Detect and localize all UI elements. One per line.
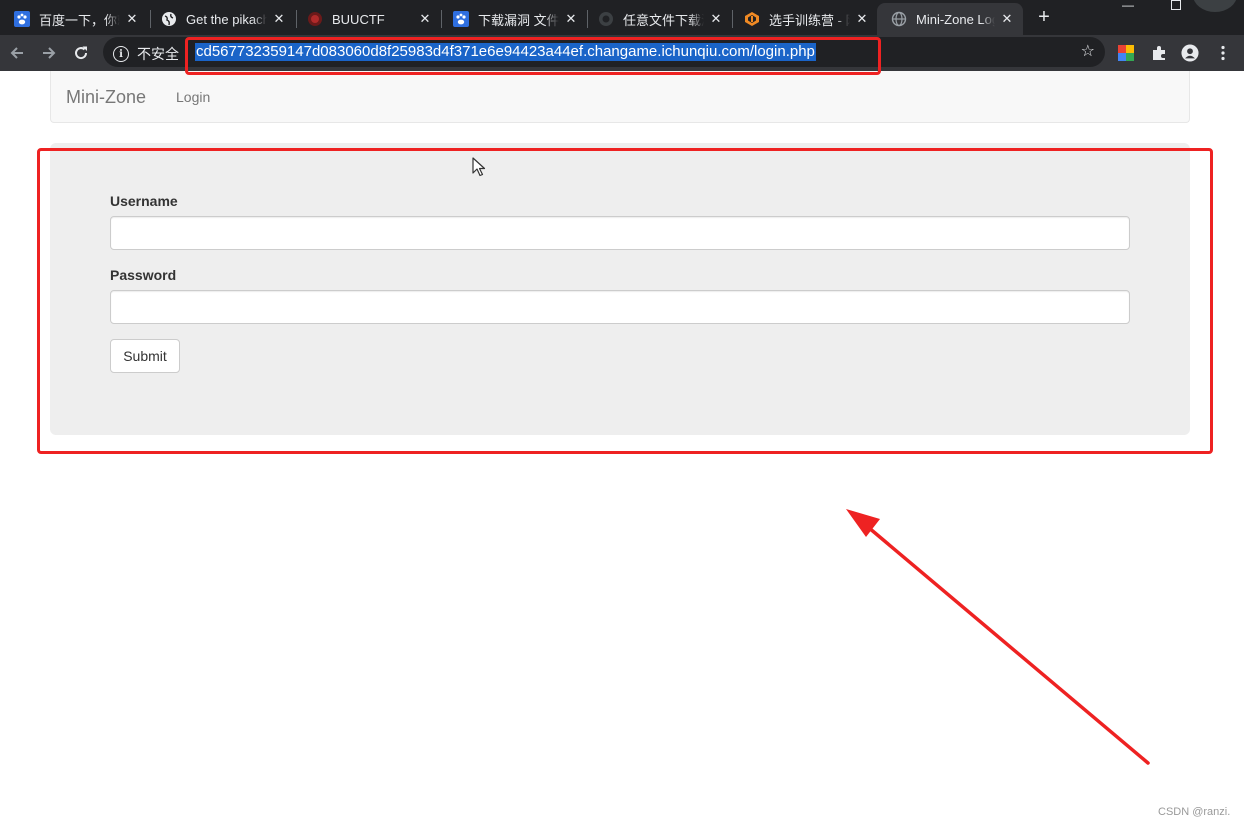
- annotation-arrow: [846, 509, 1150, 765]
- mouse-cursor-icon: [472, 157, 486, 177]
- arrow-shaft: [860, 520, 1150, 765]
- watermark-text: CSDN @ranzi.: [1158, 806, 1231, 818]
